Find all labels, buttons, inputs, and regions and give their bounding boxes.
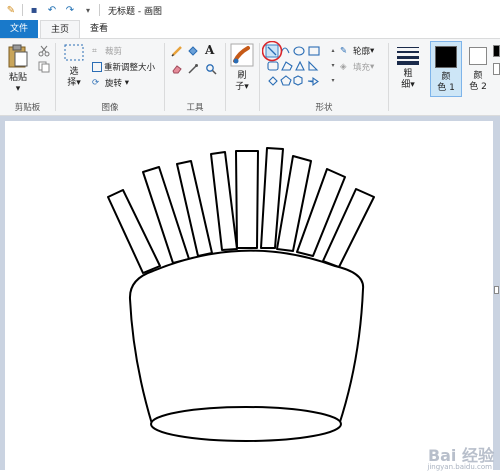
shapes-gallery[interactable] [262, 41, 332, 91]
size-label: 粗 [403, 69, 413, 79]
redo-icon[interactable]: ↷ [63, 3, 77, 17]
crop-button[interactable]: ⌗ 裁剪 [92, 45, 123, 58]
tab-view[interactable]: 查看 [84, 20, 114, 38]
size-button[interactable]: 粗 细▾ [393, 45, 423, 91]
color-1-label: 颜 [441, 72, 451, 82]
resize-icon [92, 62, 102, 72]
color-1-button[interactable]: 颜 色 1 [430, 41, 462, 97]
color-2-button[interactable]: 颜 色 2 [465, 41, 491, 101]
cut-icon[interactable] [38, 45, 50, 57]
paste-icon [8, 44, 28, 68]
divider [22, 4, 23, 16]
copy-icon[interactable] [38, 61, 50, 73]
brushes-label-2: 子▾ [235, 82, 249, 92]
fries-drawing [107, 147, 375, 442]
size-label-2: 细▾ [401, 80, 415, 90]
select-icon [64, 44, 84, 61]
color-2-label: 颜 [473, 71, 483, 81]
pencil-icon[interactable] [171, 45, 183, 57]
brushes-button[interactable]: 刷 子▾ [228, 43, 256, 93]
color-1-label-2: 色 1 [437, 83, 455, 93]
color-1-swatch [435, 46, 457, 68]
shapes-group-label: 形状 [315, 103, 333, 113]
shapes-group: ▴ ▾ ▾ ✎ 轮廓 ▾ ◈ 填充 ▾ 形状 [260, 39, 388, 115]
divider [388, 43, 389, 111]
chevron-down-icon: ▾ [122, 78, 129, 88]
color-picker-icon[interactable] [187, 63, 199, 75]
paste-label: 粘贴 [8, 73, 27, 83]
image-group-label: 图像 [101, 103, 119, 113]
rotate-button[interactable]: ⟳ 旋转 ▾ [92, 77, 129, 90]
select-label: 选 [69, 67, 79, 77]
fill-label: 填充 [353, 63, 371, 73]
divider [225, 43, 226, 111]
chevron-down-icon: ▾ [15, 84, 21, 94]
title-bar: ✎ ▪ ↶ ↷ ▾ 无标题 - 画图 [0, 0, 500, 20]
drawing-canvas[interactable] [5, 121, 493, 470]
resize-button[interactable]: 重新调整大小 [92, 61, 155, 73]
image-group: 选 择▾ ⌗ 裁剪 重新调整大小 ⟳ 旋转 ▾ 图像 [56, 39, 164, 115]
crop-label: 裁剪 [105, 47, 123, 57]
ribbon: 粘贴 ▾ 剪贴板 选 择▾ ⌗ 裁剪 重新调整大小 ⟳ 旋转 ▾ 图像 A 工具… [0, 38, 500, 116]
undo-icon[interactable]: ↶ [45, 3, 59, 17]
brush-icon [230, 43, 254, 67]
divider [99, 4, 100, 16]
clipboard-group-label: 剪贴板 [14, 103, 41, 113]
tab-file[interactable]: 文件 [0, 20, 38, 38]
tools-group: A 工具 [165, 39, 225, 115]
window-title: 无标题 - 画图 [108, 6, 162, 17]
clipboard-group: 粘贴 ▾ 剪贴板 [0, 39, 55, 115]
crop-icon: ⌗ [92, 45, 97, 56]
paste-button[interactable]: 粘贴 ▾ [4, 43, 32, 95]
ribbon-tabs: 文件 主页 查看 [0, 20, 500, 38]
canvas-area: Bai 经验 jingyan.baidu.com [0, 116, 500, 471]
eraser-icon[interactable] [171, 63, 183, 75]
rotate-icon: ⟳ [92, 77, 100, 88]
palette-swatch-white[interactable] [493, 63, 500, 75]
color-2-swatch [469, 47, 487, 65]
magnifier-icon[interactable] [205, 63, 217, 75]
outline-icon: ✎ [340, 45, 348, 56]
select-label-2: 择▾ [67, 78, 81, 88]
save-icon[interactable]: ▪ [27, 3, 41, 17]
fill-button[interactable]: ◈ 填充 ▾ [340, 61, 375, 74]
shapes-scroll[interactable]: ▴ ▾ ▾ [330, 43, 336, 89]
chevron-down-icon: ▾ [370, 46, 375, 56]
rotate-label: 旋转 [105, 79, 123, 89]
paint-app-icon[interactable]: ✎ [4, 3, 18, 17]
select-button[interactable]: 选 择▾ [60, 43, 88, 89]
outline-button[interactable]: ✎ 轮廓 ▾ [340, 45, 375, 58]
tools-group-label: 工具 [186, 103, 204, 113]
text-tool-icon[interactable]: A [205, 43, 214, 57]
palette-swatch-black[interactable] [493, 45, 500, 57]
chevron-down-icon: ▾ [370, 62, 375, 72]
customize-dropdown-icon[interactable]: ▾ [81, 3, 95, 17]
canvas-resize-handle[interactable] [494, 286, 499, 294]
outline-label: 轮廓 [353, 47, 371, 57]
resize-label: 重新调整大小 [104, 63, 156, 73]
color-2-label-2: 色 2 [469, 82, 487, 92]
fill-icon: ◈ [340, 61, 347, 72]
tab-home[interactable]: 主页 [40, 20, 80, 38]
fill-bucket-icon[interactable] [187, 45, 199, 57]
line-width-icon [397, 47, 419, 65]
brushes-label: 刷 [237, 71, 247, 81]
